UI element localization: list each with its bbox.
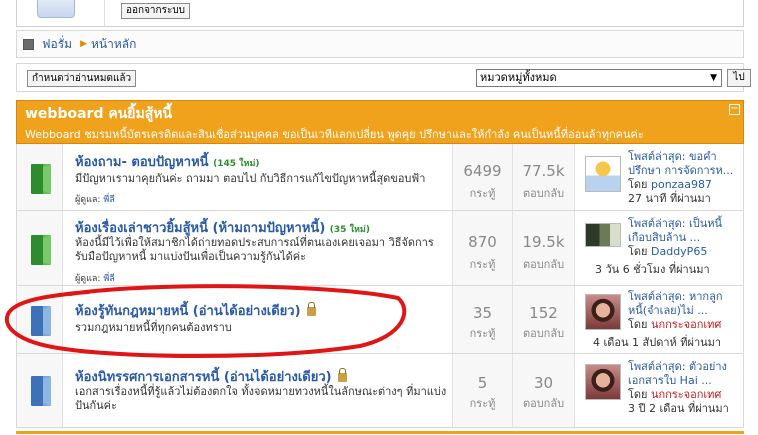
topic-count: 6499 [463,162,502,180]
forum-row: ห้องถาม- ตอบปัญหาหนี้ (145 ใหม่) มีปัญหา… [16,144,744,211]
moderator-link[interactable]: พี่ลี [103,195,114,205]
last-post-link[interactable]: โพสต์ล่าสุด: เป็นหนี้เกือบสิบล้าน ... [628,217,746,245]
forum-title[interactable]: ห้องเรื่องเล่าชาวยิ้มสู้หนี้ (ห้ามถามปัญ… [75,221,325,236]
last-post-link[interactable]: โพสต์ล่าสุด: ตัวอย่างเอกสารใบ Hai ... [628,360,746,388]
user-avatar-box [17,0,105,26]
collapse-icon[interactable]: − [729,104,740,115]
moderators: ผู้ดูแล: พี่ลี [75,274,115,284]
reply-count: 30 [533,374,554,392]
forum-title-link[interactable]: ห้องนิทรรศการเอกสารหนี้ (อ่านได้อย่างเดี… [75,366,348,387]
user-panel: ออกจากระบบ [16,0,744,27]
forum-description: รวมกฎหมายหนี้ที่ทุกคนต้องทราบ [75,321,232,334]
forum-title[interactable]: ห้องรู้ทันกฎหมายหนี้ (อ่านได้อย่างเดียว) [75,304,301,319]
folder-new-icon [31,235,51,265]
last-poster-link[interactable]: ponzaa987 [651,178,712,191]
topic-label: กระทู้ [469,187,496,200]
last-post-link[interactable]: โพสต์ล่าสุด: ขอคำปรึกษา การจัดการห... [628,150,746,178]
category-description: Webboard ชมรมหนี้บัตรเครดิตและสินเชื่อส่… [25,128,644,141]
last-post-link[interactable]: โพสต์ล่าสุด: หากลูกหนี้(จำเลย)ไม่ ... [628,290,746,318]
avatar[interactable] [585,223,621,247]
reply-count: 19.5k [522,233,565,251]
topic-count: 870 [468,233,497,251]
reply-label: ตอบกลับ [522,327,565,340]
forum-description: ห้องนี้มีไว้เพื่อให้สมาชิกได้ถ่ายทอดประส… [75,236,434,263]
folder-new-icon [31,164,51,194]
category-title[interactable]: webboard คนยิ้มสู้หนี้ [25,103,172,125]
bottom-divider [16,431,744,434]
topic-label: กระทู้ [469,327,496,340]
lock-icon [307,302,317,316]
reply-label: ตอบกลับ [522,397,565,410]
avatar[interactable] [585,294,621,330]
category-select-value: หมวดหมู่ทั้งหมด [480,71,557,84]
reply-label: ตอบกลับ [522,258,565,271]
category-select[interactable]: หมวดหมู่ทั้งหมด ▼ [476,69,722,87]
last-post-time: 3 ปี 2 เดือน ที่ผ่านมา [628,402,729,415]
breadcrumb: ฟอรั่ม ▶ หน้าหลัก [16,30,744,58]
forum-row: ห้องนิทรรศการเอกสารหนี้ (อ่านได้อย่างเดี… [16,354,744,428]
mark-all-read-button[interactable]: กำหนดว่าอ่านหมดแล้ว [27,70,137,87]
forum-row: ห้องเรื่องเล่าชาวยิ้มสู้หนี้ (ห้ามถามปัญ… [16,211,744,286]
breadcrumb-forum[interactable]: ฟอรั่ม [42,35,72,54]
forum-title-link[interactable]: ห้องรู้ทันกฎหมายหนี้ (อ่านได้อย่างเดียว) [75,300,317,321]
last-post-time: 4 เดือน 1 สัปดาห์ ที่ผ่านมา [593,336,722,349]
forum-title-link[interactable]: ห้องถาม- ตอบปัญหาหนี้ (145 ใหม่) [75,151,259,172]
avatar[interactable] [585,156,621,192]
forum-title-link[interactable]: ห้องเรื่องเล่าชาวยิ้มสู้หนี้ (ห้ามถามปัญ… [75,217,370,238]
topic-count: 35 [472,304,493,322]
topic-count: 5 [477,374,488,392]
last-poster-link[interactable]: นกกระจอกเทศ [651,318,721,331]
toolbar: กำหนดว่าอ่านหมดแล้ว หมวดหมู่ทั้งหมด ▼ ไป [16,63,751,92]
avatar[interactable] [585,364,621,400]
topic-label: กระทู้ [469,258,496,271]
topic-label: กระทู้ [469,397,496,410]
arrow-right-icon: ▶ [80,39,87,49]
go-button[interactable]: ไป [727,69,751,87]
reply-count: 152 [529,304,558,322]
forum-title[interactable]: ห้องนิทรรศการเอกสารหนี้ (อ่านได้อย่างเดี… [75,370,332,385]
last-poster-link[interactable]: นกกระจอกเทศ [651,388,721,401]
reply-count: 77.5k [522,162,565,180]
moderators: ผู้ดูแล: พี่ลี [75,195,115,205]
dropdown-arrow-icon: ▼ [710,73,717,83]
forum-description: เอกสารเรื่องหนี้ที่รู้แล้วไม่ต้องตกใจ ทั… [75,385,447,412]
forum-row: ห้องรู้ทันกฎหมายหนี้ (อ่านได้อย่างเดียว)… [16,286,744,354]
new-count-badge: (145 ใหม่) [213,159,260,169]
avatar [37,0,75,18]
moderator-link[interactable]: พี่ลี [103,274,114,284]
lock-icon [338,368,348,382]
logout-button[interactable]: ออกจากระบบ [121,3,191,19]
last-poster-link[interactable]: DaddyP65 [651,245,707,258]
folder-icon [31,306,51,336]
category-header: webboard คนยิ้มสู้หนี้ Webboard ชมรมหนี้… [16,100,744,144]
forum-description: มีปัญหาเรามาคุยกันค่ะ ถามมา ตอบไป กับวิธ… [75,172,426,185]
forum-square-icon [23,38,34,50]
forum-title[interactable]: ห้องถาม- ตอบปัญหาหนี้ [75,155,209,170]
last-post-time: 27 นาที ที่ผ่านมา [628,192,711,205]
folder-icon [31,376,51,406]
reply-label: ตอบกลับ [522,187,565,200]
new-count-badge: (35 ใหม่) [329,225,370,235]
last-post-time: 3 วัน 6 ชั่วโมง ที่ผ่านมา [595,263,710,276]
breadcrumb-home[interactable]: หน้าหลัก [91,35,136,54]
